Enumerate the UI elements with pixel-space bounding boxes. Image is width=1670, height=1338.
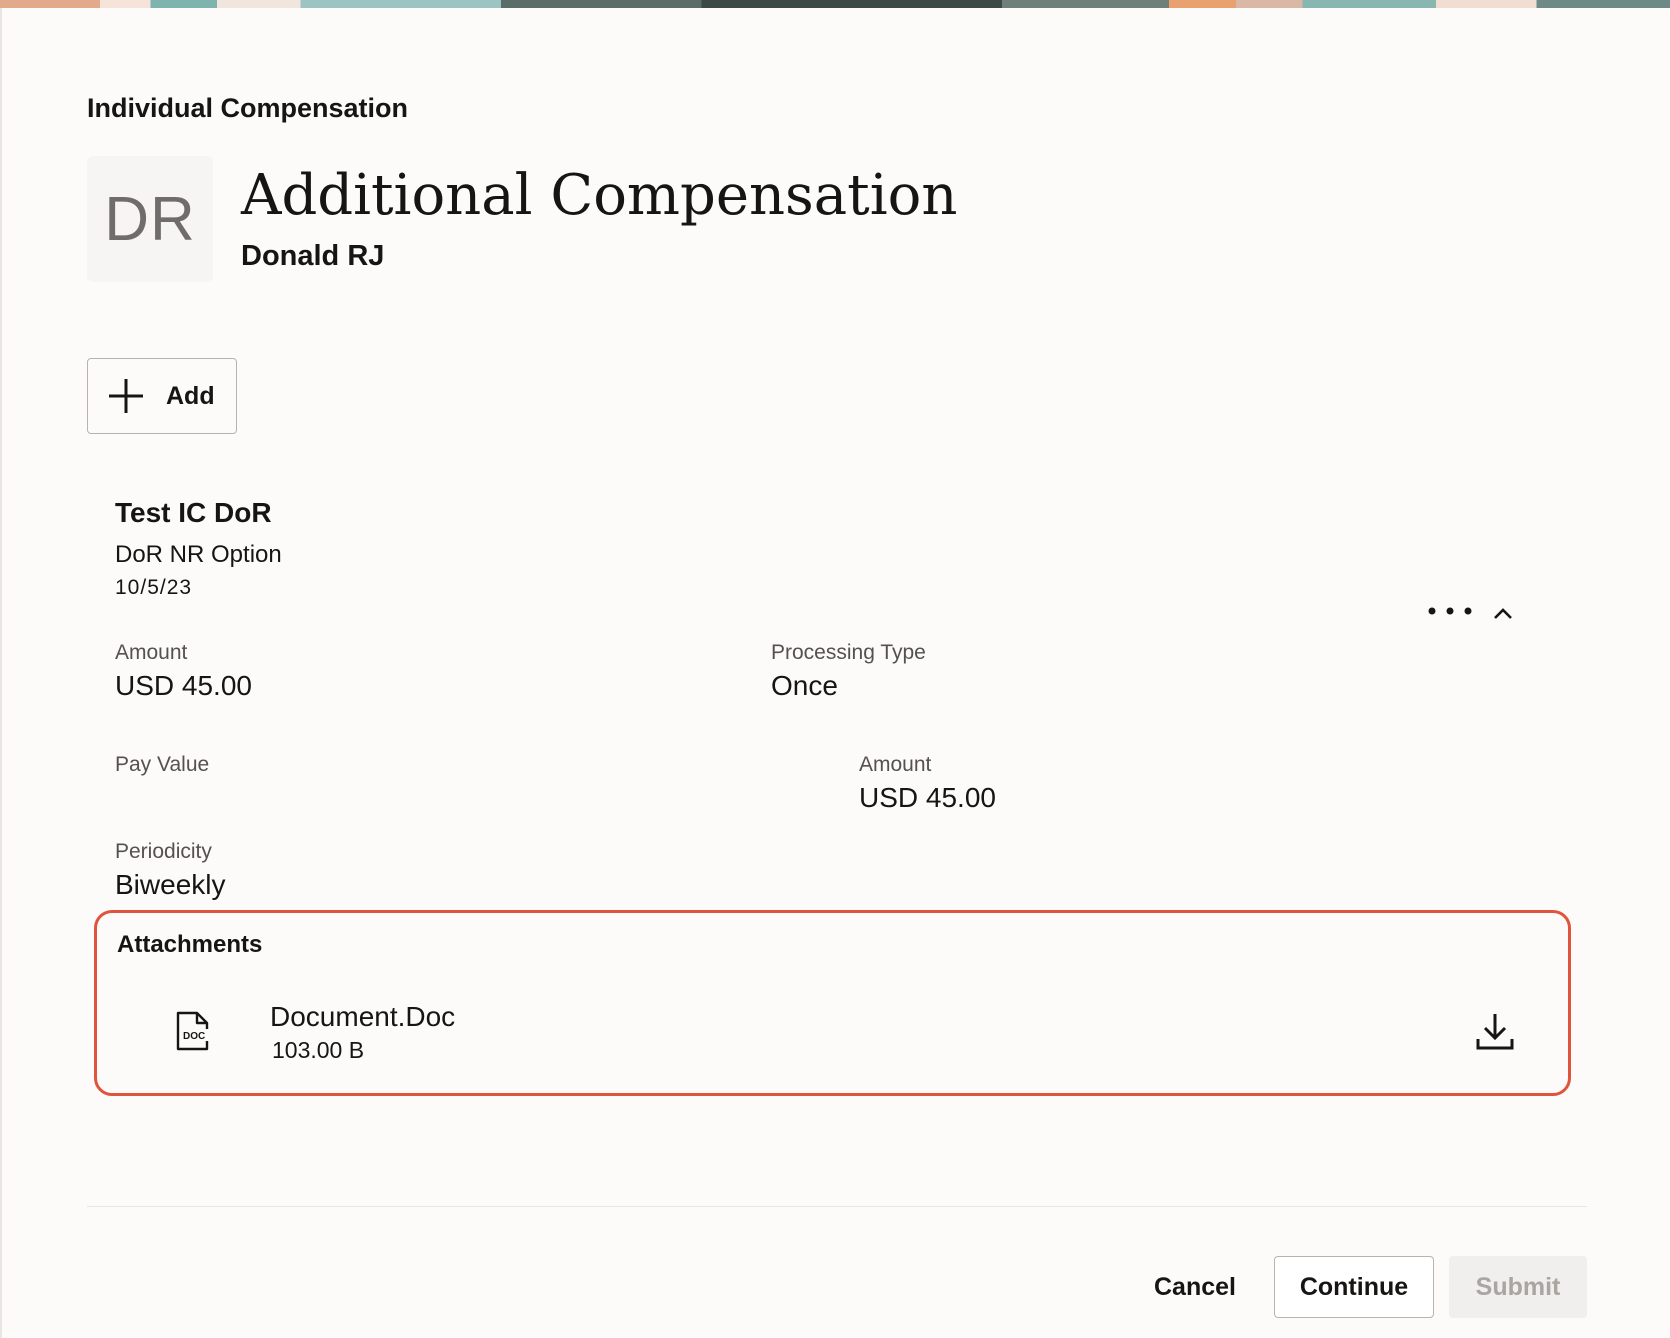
record-date: 10/5/23: [115, 576, 193, 599]
cancel-button[interactable]: Cancel: [1140, 1256, 1250, 1318]
processing-type-value: Once: [771, 670, 838, 701]
footer-divider: [87, 1206, 1587, 1207]
page-title: Additional Compensation: [241, 163, 958, 228]
add-button-label: Add: [166, 381, 215, 410]
doc-icon-label: DOC: [183, 1031, 205, 1042]
doc-file-icon[interactable]: DOC: [175, 1011, 211, 1051]
panel-edge: [0, 8, 2, 1338]
avatar: DR: [87, 156, 213, 282]
periodicity-label: Periodicity: [115, 840, 212, 863]
attachments-heading: Attachments: [117, 931, 263, 958]
amount-value: USD 45.00: [115, 670, 252, 701]
header-banner: [0, 0, 1670, 8]
plus-icon: [109, 379, 143, 413]
attachments-section: Attachments DOC Document.Doc 103.00 B: [94, 910, 1571, 1096]
submit-button[interactable]: Submit: [1449, 1256, 1587, 1318]
add-button[interactable]: Add: [87, 358, 237, 434]
amount-label: Amount: [115, 641, 188, 664]
record-option: DoR NR Option: [115, 541, 282, 568]
record-title: Test IC DoR: [115, 497, 272, 528]
more-options-icon[interactable]: [1427, 598, 1473, 624]
file-size: 103.00 B: [272, 1037, 365, 1063]
periodicity-value: Biweekly: [115, 869, 226, 900]
amount-label-secondary: Amount: [859, 753, 932, 776]
page-kicker: Individual Compensation: [87, 93, 409, 123]
continue-button[interactable]: Continue: [1274, 1256, 1434, 1318]
chevron-up-icon[interactable]: [1490, 602, 1516, 624]
download-icon[interactable]: [1475, 1011, 1515, 1051]
file-name[interactable]: Document.Doc: [270, 1001, 455, 1033]
processing-type-label: Processing Type: [771, 641, 926, 664]
amount-value-secondary: USD 45.00: [859, 782, 996, 813]
avatar-initials: DR: [104, 184, 196, 254]
person-name: Donald RJ: [241, 240, 385, 272]
pay-value-label: Pay Value: [115, 753, 210, 776]
